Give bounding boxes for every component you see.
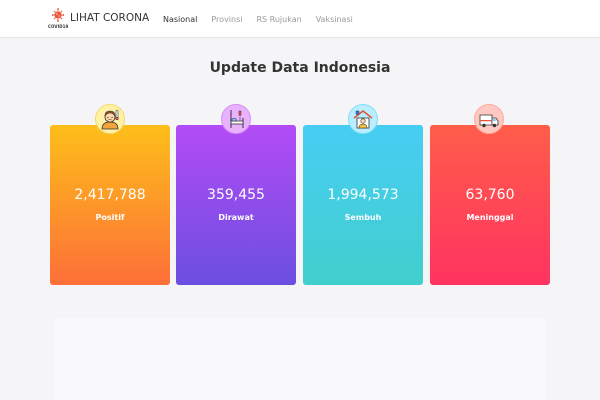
stat-card-positif: 2,417,788 Positif [50, 125, 170, 285]
nav-link-provinsi[interactable]: Provinsi [211, 15, 242, 24]
stat-value-dirawat: 359,455 [207, 187, 265, 203]
stat-card-sembuh: 1,994,573 Sembuh [303, 125, 423, 285]
brand-name[interactable]: LIHAT CORONA [70, 12, 149, 24]
stat-value-sembuh: 1,994,573 [327, 187, 399, 203]
hearse-icon [474, 104, 504, 134]
stat-label-meninggal: Meninggal [466, 213, 514, 222]
content-panel [54, 318, 546, 400]
virus-logo-icon: COVID19 [48, 8, 69, 30]
stat-value-positif: 2,417,788 [74, 187, 146, 203]
stat-value-meninggal: 63,760 [465, 187, 515, 203]
nav-link-nasional[interactable]: Nasional [163, 15, 197, 24]
brand-sub: COVID19 [48, 24, 69, 29]
stat-label-positif: Positif [95, 213, 125, 222]
navbar: COVID19 LIHAT CORONA Nasional Provinsi R… [0, 0, 600, 38]
hospital-bed-icon [221, 104, 251, 134]
stat-label-sembuh: Sembuh [344, 213, 382, 222]
nav-link-vaksinasi[interactable]: Vaksinasi [316, 15, 353, 24]
home-recovery-icon [348, 104, 378, 134]
stat-card-dirawat: 359,455 Dirawat [176, 125, 296, 285]
sick-person-icon [95, 104, 125, 134]
stat-label-dirawat: Dirawat [218, 213, 254, 222]
nav-link-rs-rujukan[interactable]: RS Rujukan [256, 15, 301, 24]
page-title: Update Data Indonesia [209, 60, 391, 76]
main-nav: Nasional Provinsi RS Rujukan Vaksinasi [163, 15, 367, 24]
brand[interactable]: COVID19 LIHAT CORONA [48, 8, 149, 32]
stat-card-meninggal: 63,760 Meninggal [430, 125, 550, 285]
